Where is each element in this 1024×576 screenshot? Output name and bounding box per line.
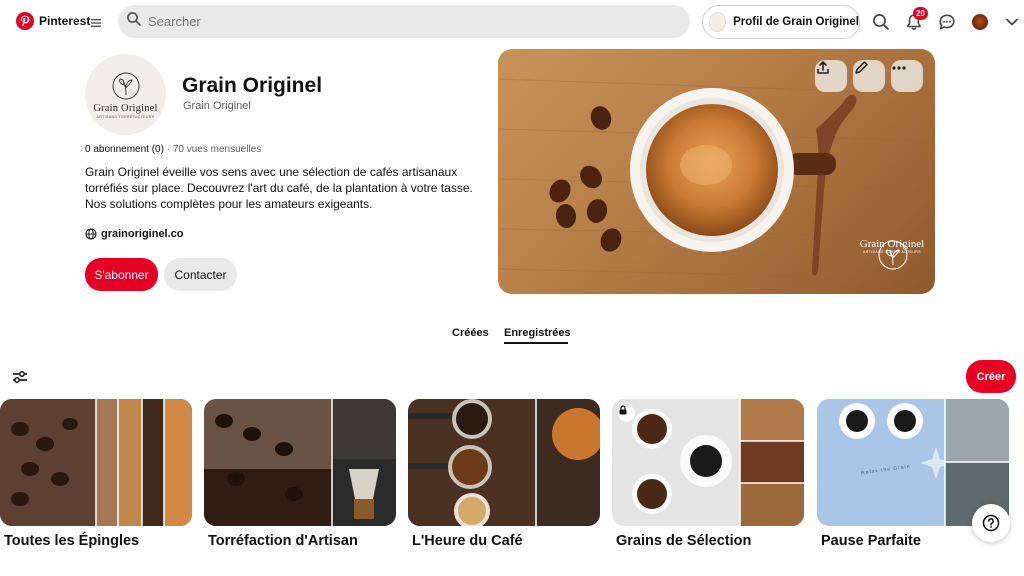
pinterest-logo-icon [16, 12, 34, 30]
active-tab-indicator [504, 342, 568, 344]
board-title: Pause Parfaite [821, 533, 921, 549]
notification-badge: 20 [913, 7, 928, 20]
profile-handle: Grain Originel [183, 100, 251, 112]
search-icon [126, 11, 142, 32]
cover-brand-subtitle: ARTISANS TORRÉFACTEURS [862, 250, 921, 254]
board-card[interactable]: Grains de Sélection [612, 399, 804, 549]
board-title: Toutes les Épingles [4, 533, 140, 549]
tab-saved[interactable]: Enregistrées [504, 327, 571, 339]
search-bar[interactable] [118, 5, 690, 38]
board-card[interactable]: L'Heure du Café [408, 399, 600, 549]
profile-stats: 0 abonnement (0) · 70 vues mensuelles [85, 144, 261, 155]
share-icon[interactable] [815, 60, 847, 92]
logo-subtitle: ARTISANS TORRÉFACTEURS [96, 114, 155, 119]
board-card[interactable]: Torréfaction d'Artisan [204, 399, 396, 549]
chat-icon[interactable] [936, 11, 958, 33]
follower-count[interactable]: 0 abonnement (0) [85, 144, 164, 155]
app-name: Pinterest [39, 14, 91, 28]
more-icon[interactable] [891, 60, 923, 92]
bio-line: Nos solutions complètes pour les amateur… [85, 197, 373, 211]
help-icon[interactable] [972, 504, 1010, 542]
board-title: Torréfaction d'Artisan [208, 533, 358, 549]
menu-icon[interactable] [91, 15, 101, 27]
profile-name: Grain Originel [182, 74, 323, 97]
board-card[interactable]: Toutes les Épingles [0, 399, 192, 549]
tab-created[interactable]: Créées [452, 327, 489, 339]
top-bar: Pinterest Profil de Grain Originel 20 [0, 0, 1024, 44]
profile-switcher-button[interactable]: Profil de Grain Originel [702, 5, 860, 39]
profile-bio: Grain Originel éveille vos sens avec une… [85, 164, 485, 212]
filter-icon[interactable] [11, 368, 29, 386]
profile-logo: Grain Originel ARTISANS TORRÉFACTEURS [85, 54, 166, 135]
user-avatar[interactable] [972, 14, 988, 30]
logo-wordmark: Grain Originel [93, 102, 158, 114]
globe-icon [85, 228, 97, 240]
board-title: Grains de Sélection [616, 533, 752, 549]
search-input[interactable] [148, 14, 648, 29]
search-icon-button[interactable] [870, 11, 892, 33]
pencil-icon[interactable] [853, 60, 885, 92]
bio-line: torréfiés sur place. Decouvrez l'art du … [85, 181, 473, 195]
cover-brand-mark: Grain Originel ARTISANS TORRÉFACTEURS [857, 236, 927, 254]
website-url: grainoriginel.co [101, 228, 184, 240]
profile-cover-image: Grain Originel ARTISANS TORRÉFACTEURS [498, 49, 935, 294]
board-cover [612, 399, 804, 526]
create-button[interactable]: Créer [966, 360, 1016, 393]
lock-icon [618, 405, 635, 422]
contact-button[interactable]: Contacter [164, 258, 237, 291]
website-link[interactable]: grainoriginel.co [85, 228, 184, 240]
profile-pill-label: Profil de Grain Originel [733, 16, 859, 28]
monthly-views: · 70 vues mensuelles [166, 144, 262, 155]
cover-brand-word: Grain Originel [859, 238, 925, 250]
board-cover [0, 399, 192, 526]
board-title: L'Heure du Café [412, 533, 523, 549]
chevron-down-icon[interactable] [1001, 11, 1023, 33]
board-cover [204, 399, 396, 526]
bio-line: Grain Originel éveille vos sens avec une… [85, 165, 458, 179]
profile-avatar [709, 12, 727, 32]
pinterest-home-link[interactable]: Pinterest [16, 12, 90, 30]
board-cover [408, 399, 600, 526]
coffee-plant-icon [112, 72, 139, 99]
follow-button[interactable]: S'abonner [85, 258, 158, 291]
